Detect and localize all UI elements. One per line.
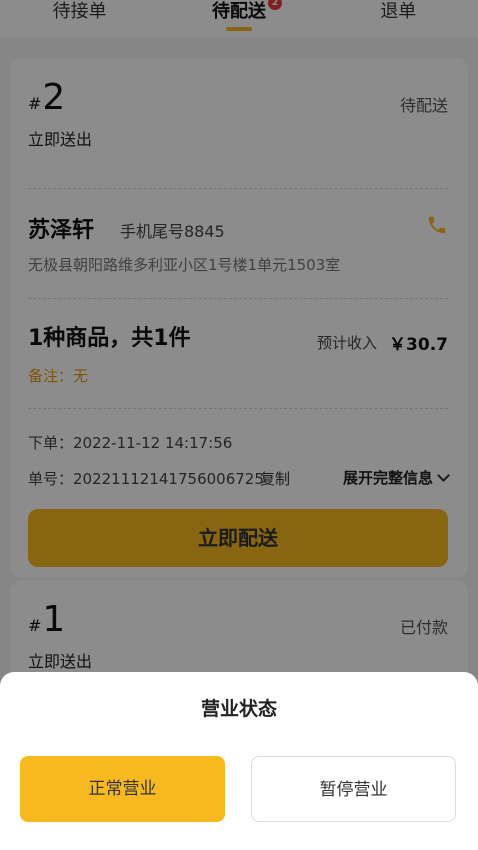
pause-business-button[interactable]: 暂停营业 [251,756,456,822]
business-status-sheet: 营业状态 正常营业 暂停营业 [0,672,478,850]
open-business-button[interactable]: 正常营业 [20,756,225,822]
sheet-title: 营业状态 [200,698,277,720]
